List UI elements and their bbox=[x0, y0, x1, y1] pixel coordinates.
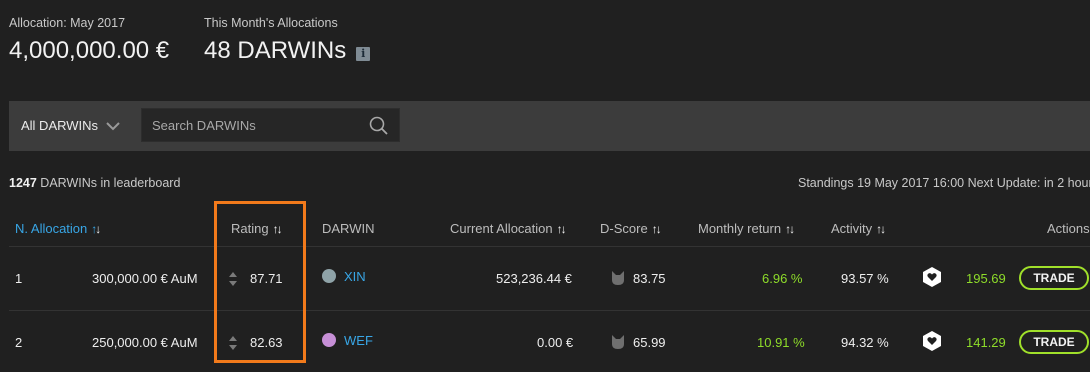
column-header-allocation[interactable]: N. Allocation ↑↓ bbox=[15, 221, 101, 236]
column-header-actions: Actions bbox=[1047, 221, 1090, 236]
search-input[interactable] bbox=[142, 109, 357, 141]
table-row[interactable]: 2 250,000.00 € AuM 82.63 WEF 0.00 € 65.9… bbox=[0, 311, 1090, 372]
darwin-link[interactable]: XIN bbox=[344, 269, 366, 284]
monthly-return: 6.96 % bbox=[762, 271, 803, 286]
column-label: Monthly return bbox=[698, 221, 782, 236]
score-value: 141.29 bbox=[966, 335, 1006, 350]
search-icon[interactable] bbox=[369, 116, 389, 136]
sort-arrows-icon: ↑↓ bbox=[556, 221, 567, 236]
rating-highlight-box bbox=[214, 201, 306, 363]
info-icon[interactable]: i bbox=[356, 47, 371, 61]
sort-arrows-icon: ↑↓ bbox=[876, 221, 886, 236]
activity: 93.57 % bbox=[841, 271, 889, 286]
table-row[interactable]: 1 300,000.00 € AuM 87.71 XIN 523,236.44 … bbox=[0, 247, 1090, 310]
column-header-monthly-return[interactable]: Monthly return ↑↓ bbox=[698, 221, 795, 236]
aum: 300,000.00 € AuM bbox=[92, 271, 198, 286]
standings-info: Standings 19 May 2017 16:00 Next Update:… bbox=[798, 176, 1090, 190]
sort-arrows-icon: ↑↓ bbox=[91, 221, 101, 236]
sort-arrows-icon: ↑↓ bbox=[785, 221, 795, 236]
monthly-return: 10.91 % bbox=[757, 335, 805, 350]
dropdown-label: All DARWINs bbox=[21, 118, 99, 133]
dscore-value: 65.99 bbox=[633, 335, 666, 350]
shield-heart-icon bbox=[923, 267, 941, 287]
leaderboard-count: 1247 DARWINs in leaderboard bbox=[9, 176, 180, 190]
darwin-color-dot bbox=[322, 333, 336, 347]
search-box bbox=[141, 108, 400, 142]
sort-arrows-icon: ↑↓ bbox=[651, 221, 662, 236]
column-header-current-allocation[interactable]: Current Allocation ↑↓ bbox=[450, 221, 567, 236]
month-allocations-value: 48 DARWINs bbox=[204, 37, 347, 64]
trade-button[interactable]: TRADE bbox=[1019, 266, 1089, 290]
rank: 1 bbox=[15, 271, 23, 286]
month-allocations-label: This Month's Allocations bbox=[204, 16, 338, 30]
owl-icon bbox=[612, 335, 624, 349]
column-header-activity[interactable]: Activity ↑↓ bbox=[831, 221, 886, 236]
score-value: 195.69 bbox=[966, 271, 1006, 286]
activity: 94.32 % bbox=[841, 335, 889, 350]
chevron-down-icon bbox=[106, 121, 120, 130]
shield-heart-icon bbox=[923, 331, 941, 351]
trade-button[interactable]: TRADE bbox=[1019, 330, 1089, 354]
column-label: D-Score bbox=[600, 221, 648, 236]
dscore-value: 83.75 bbox=[633, 271, 666, 286]
allocation-value: 4,000,000.00 € bbox=[9, 37, 170, 64]
column-label: Activity bbox=[831, 221, 873, 236]
darwins-dropdown[interactable]: All DARWINs bbox=[21, 118, 120, 133]
allocation-label: Allocation: May 2017 bbox=[9, 16, 126, 30]
darwin-link[interactable]: WEF bbox=[344, 333, 373, 348]
aum: 250,000.00 € AuM bbox=[92, 335, 198, 350]
column-label: DARWIN bbox=[322, 221, 375, 236]
owl-icon bbox=[612, 271, 624, 285]
column-header-dscore[interactable]: D-Score ↑↓ bbox=[600, 221, 662, 236]
current-allocation: 523,236.44 € bbox=[496, 271, 572, 286]
column-label: Current Allocation bbox=[450, 221, 553, 236]
column-label: Actions bbox=[1047, 221, 1090, 236]
leaderboard-count-number: 1247 bbox=[9, 176, 37, 190]
leaderboard-count-text: DARWINs in leaderboard bbox=[36, 176, 181, 190]
column-label: N. Allocation bbox=[15, 221, 88, 236]
rank: 2 bbox=[15, 335, 23, 350]
current-allocation: 0.00 € bbox=[537, 335, 574, 350]
column-header-darwin: DARWIN bbox=[322, 221, 374, 236]
darwin-color-dot bbox=[322, 269, 336, 283]
